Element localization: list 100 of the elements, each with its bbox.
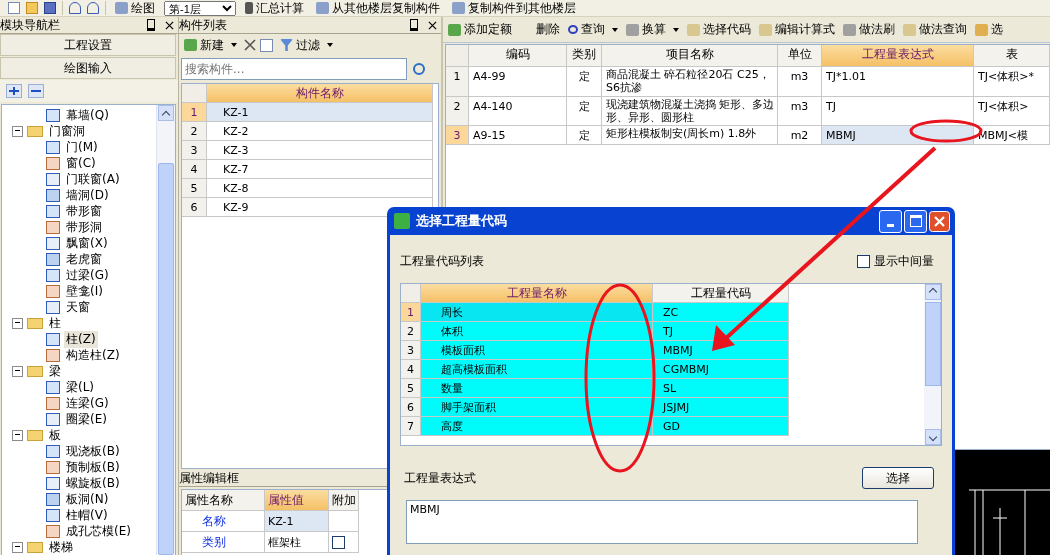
table-cell[interactable]: 矩形柱模板制安(周长m) 1.8外	[602, 126, 778, 145]
tree-item[interactable]: 幕墙(Q)	[64, 106, 111, 124]
table-cell[interactable]: 商品混凝土 碎石粒径20石 C25，S6抗渗	[602, 67, 778, 97]
table-cell[interactable]: 定	[567, 97, 602, 126]
tree-item[interactable]: 带形洞	[64, 218, 104, 236]
tree-group[interactable]: 板	[47, 426, 63, 444]
tree-item[interactable]: 柱帽(V)	[64, 506, 110, 524]
search-icon[interactable]	[413, 63, 425, 75]
tree-item[interactable]: 带形窗	[64, 202, 104, 220]
new-button[interactable]: 新建	[181, 36, 240, 54]
keyboard-button[interactable]: 编辑计算式	[756, 21, 838, 38]
table-cell[interactable]: TJ*1.01	[822, 67, 974, 97]
tree-item[interactable]: 板洞(N)	[64, 490, 111, 508]
brush-button[interactable]: 做法刷	[840, 21, 898, 38]
property-value[interactable]: 框架柱	[265, 532, 329, 553]
table-cell[interactable]: A9-15	[469, 126, 567, 145]
tree-item[interactable]: 螺旋板(B)	[64, 474, 122, 492]
table-cell[interactable]: GD	[653, 417, 789, 436]
draw-button[interactable]: 绘图	[112, 0, 158, 17]
collapse-toggle-icon[interactable]	[12, 429, 23, 441]
table-cell[interactable]: 数量	[421, 379, 653, 398]
collapse-all-icon[interactable]	[28, 84, 44, 98]
scrollbar[interactable]	[924, 284, 941, 445]
tree-item[interactable]: 梁(L)	[64, 378, 97, 396]
table-cell[interactable]: TJ<体积>*	[974, 67, 1050, 97]
table-cell[interactable]: TJ<体积>	[974, 97, 1050, 126]
tree-item[interactable]: 预制板(B)	[64, 458, 122, 476]
maximize-button[interactable]	[904, 209, 927, 233]
tree-item[interactable]: 天窗	[64, 298, 92, 316]
collapse-toggle-icon[interactable]	[12, 365, 23, 377]
filter-button[interactable]: 过滤	[277, 36, 336, 54]
tree-item[interactable]: 老虎窗	[64, 250, 104, 268]
column-header[interactable]: 类别	[567, 45, 602, 67]
property-value[interactable]: KZ-1	[265, 511, 329, 532]
copy-button[interactable]: 从其他楼层复制构件	[313, 0, 443, 17]
table-cell[interactable]: TJ	[653, 322, 789, 341]
table-cell[interactable]: ZC	[653, 303, 789, 322]
table-cell[interactable]: m3	[778, 67, 822, 97]
table-cell[interactable]: KZ-7	[207, 160, 433, 179]
table-cell[interactable]: KZ-2	[207, 122, 433, 141]
sum-button[interactable]: 汇总计算	[242, 0, 307, 17]
tree-item[interactable]: 墙洞(D)	[64, 186, 111, 204]
table-cell[interactable]: 现浇建筑物混凝土浇捣 矩形、多边形、异形、圆形柱	[602, 97, 778, 126]
table-cell[interactable]: 模板面积	[421, 341, 653, 360]
column-header[interactable]: 工程量名称	[421, 284, 653, 303]
tree-item[interactable]: 连梁(G)	[64, 394, 111, 412]
column-header[interactable]: 编码	[469, 45, 567, 67]
table-cell[interactable]: KZ-1	[207, 103, 433, 122]
tree-item[interactable]: 壁龛(I)	[64, 282, 105, 300]
tree-item[interactable]: 成孔芯模(E)	[64, 522, 133, 540]
delete-button[interactable]: 删除	[517, 21, 563, 38]
table-cell[interactable]: 超高模板面积	[421, 360, 653, 379]
table-cell[interactable]: JSJMJ	[653, 398, 789, 417]
tree-item[interactable]: 窗(C)	[64, 154, 98, 172]
delete-icon[interactable]	[244, 39, 256, 51]
minimize-button[interactable]	[879, 209, 902, 233]
table-cell[interactable]: m3	[778, 97, 822, 126]
table-cell[interactable]: 脚手架面积	[421, 398, 653, 417]
table-cell[interactable]: 定	[567, 67, 602, 97]
tree-item[interactable]: 过梁(G)	[64, 266, 111, 284]
table-cell[interactable]: KZ-3	[207, 141, 433, 160]
tree-item[interactable]: 柱(Z)	[64, 330, 98, 348]
table-cell[interactable]: SL	[653, 379, 789, 398]
table-cell[interactable]: 定	[567, 126, 602, 145]
tree-item[interactable]: 门联窗(A)	[64, 170, 122, 188]
tree-item[interactable]: 现浇板(B)	[64, 442, 122, 460]
column-header[interactable]: 构件名称	[207, 84, 433, 103]
search-field[interactable]: 搜索构件...	[181, 58, 407, 80]
table-cell[interactable]: A4-99	[469, 67, 567, 97]
table-cell[interactable]: A4-140	[469, 97, 567, 126]
column-header[interactable]: 表	[974, 45, 1050, 67]
tree-item[interactable]: 门(M)	[64, 138, 100, 156]
copy-icon[interactable]	[260, 38, 273, 52]
close-button[interactable]	[929, 210, 950, 232]
tree-group[interactable]: 梁	[47, 362, 63, 380]
search-button[interactable]: 查询	[565, 21, 621, 38]
scrollbar[interactable]	[156, 105, 175, 555]
close-icon[interactable]	[165, 20, 174, 30]
tree-group[interactable]: 门窗洞	[47, 122, 87, 140]
pin-icon[interactable]	[147, 19, 155, 31]
collapse-toggle-icon[interactable]	[12, 541, 23, 553]
section-button[interactable]: 工程设置	[0, 34, 176, 56]
lookup-button[interactable]: 做法查询	[900, 21, 970, 38]
table-cell[interactable]: CGMBMJ	[653, 360, 789, 379]
collapse-toggle-icon[interactable]	[12, 317, 23, 329]
table-cell[interactable]: 周长	[421, 303, 653, 322]
column-header[interactable]: 项目名称	[602, 45, 778, 67]
table-cell[interactable]: 高度	[421, 417, 653, 436]
new-file-icon[interactable]	[8, 2, 20, 14]
column-header[interactable]: 工程量代码	[653, 284, 789, 303]
table-cell[interactable]: MBMJ	[822, 126, 974, 145]
floor-select[interactable]: 第-1层	[164, 0, 236, 16]
tree-item[interactable]: 飘窗(X)	[64, 234, 110, 252]
copy-button[interactable]: 复制构件到其他楼层	[449, 0, 579, 17]
paste-button[interactable]: 选	[972, 21, 1006, 38]
section-button[interactable]: 绘图输入	[0, 57, 176, 79]
expression-field[interactable]: MBMJ	[406, 500, 918, 544]
column-header[interactable]: 单位	[778, 45, 822, 67]
close-icon[interactable]	[428, 20, 437, 30]
tree-item[interactable]: 构造柱(Z)	[64, 346, 122, 364]
